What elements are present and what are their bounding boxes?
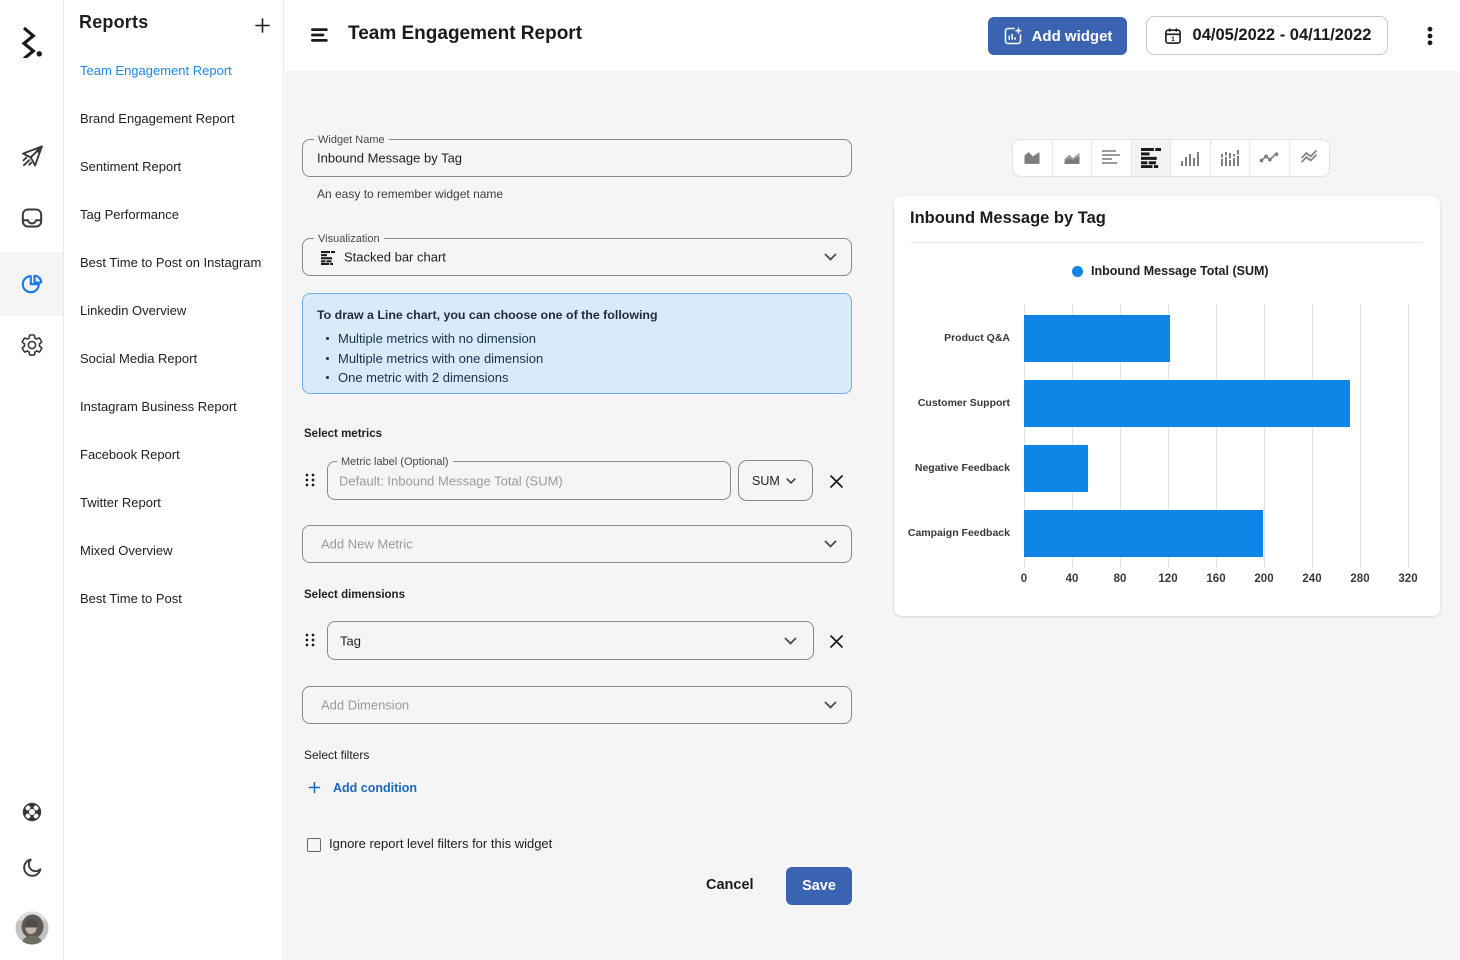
svg-text:1: 1 [1171,36,1175,43]
